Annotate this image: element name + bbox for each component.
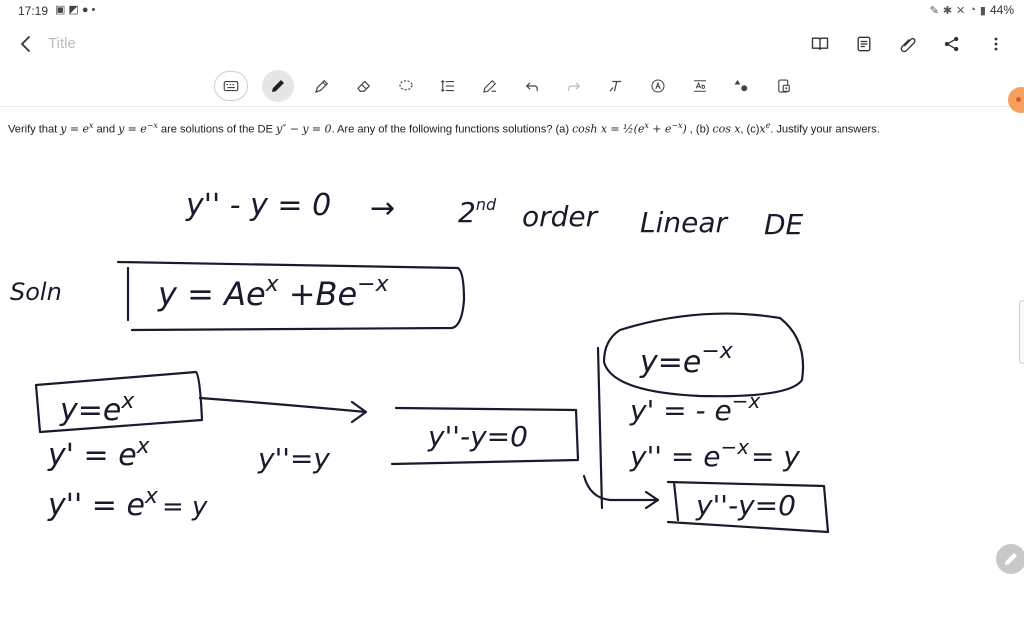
hw-right-oval-text: y=e−x	[639, 339, 734, 380]
record-indicator[interactable]	[1008, 87, 1024, 113]
lasso-icon[interactable]	[392, 72, 420, 100]
hw-order-word: order	[522, 200, 599, 233]
shapes-icon[interactable]	[728, 72, 756, 100]
share-icon[interactable]	[940, 32, 964, 56]
hw-right-box-text: y''-y=0	[695, 489, 796, 522]
title-input[interactable]: Title	[48, 35, 76, 52]
signal-icon: ▮	[979, 4, 986, 17]
back-arrow-icon[interactable]	[16, 34, 36, 54]
pen-icon: ✎	[929, 4, 939, 17]
location-icon: ●	[81, 4, 89, 16]
hw-right-d2: y'' = e−x= y	[629, 435, 800, 473]
battery-level: 44%	[989, 3, 1014, 17]
app-bar: Title	[0, 26, 1024, 64]
hw-middle-label: y''=y	[257, 442, 330, 475]
hw-de: DE	[764, 208, 804, 241]
hw-middle-box-text: y''-y=0	[427, 420, 528, 453]
wifi-icon: ◔	[969, 4, 976, 16]
image-icon: ▣	[55, 4, 66, 16]
bluetooth-icon: ✱	[942, 4, 953, 17]
hw-soln-label: Soln	[10, 278, 62, 306]
hw-left-d1: y' = ex	[47, 434, 151, 473]
eraser-icon[interactable]	[350, 72, 378, 100]
keyboard-icon[interactable]	[214, 71, 248, 101]
document-icon[interactable]	[852, 32, 876, 56]
undo-icon[interactable]	[518, 72, 546, 100]
text-box-icon[interactable]	[686, 72, 714, 100]
app-actions	[808, 32, 1008, 56]
handwriting-canvas[interactable]: y'' - y = 0 → 2nd order Linear DE Soln y…	[0, 140, 1024, 640]
drawing-toolbar	[214, 68, 798, 104]
text-icon[interactable]	[644, 72, 672, 100]
book-icon[interactable]	[808, 32, 832, 56]
hw-equation: y'' - y = 0	[185, 188, 331, 223]
attachment-icon[interactable]	[896, 32, 920, 56]
pen-fab-icon	[1005, 553, 1017, 565]
hw-right-bracket	[596, 346, 604, 510]
hw-arrow: →	[370, 191, 395, 226]
floating-pen-button[interactable]	[996, 544, 1024, 574]
dot-icon: •	[91, 4, 96, 16]
hw-left-box-text: y=ex	[59, 389, 135, 428]
video-icon: ◩	[68, 4, 79, 16]
line-spacing-icon[interactable]	[434, 72, 462, 100]
redo-icon[interactable]	[560, 72, 588, 100]
hw-arrow-to-middle	[198, 396, 368, 424]
text-style-icon[interactable]	[602, 72, 630, 100]
hw-general-solution: y = Aex +Be−x	[157, 272, 390, 313]
highlighter-icon[interactable]	[308, 72, 336, 100]
scroll-handle[interactable]	[1019, 300, 1024, 364]
status-bar: 17:19 ▣ ◩ ● • ✎ ✱ ✕ ◔ ▮ 44%	[0, 0, 1024, 22]
hw-order-number: 2nd	[458, 195, 497, 229]
status-right-icons: ✎ ✱ ✕ ◔ ▮ 44%	[930, 3, 1014, 17]
toolbar-divider	[0, 106, 1024, 107]
mute-icon: ✕	[956, 4, 966, 17]
hw-linear: Linear	[640, 206, 729, 239]
status-left-icons: ▣ ◩ ● •	[55, 3, 95, 17]
hw-left-d2: y'' = ex = y	[47, 484, 208, 523]
pen-icon[interactable]	[262, 70, 294, 102]
status-time: 17:19	[18, 4, 49, 18]
hw-arrow-to-right	[582, 474, 660, 510]
pen-settings-icon[interactable]	[476, 72, 504, 100]
export-icon[interactable]	[770, 72, 798, 100]
more-icon[interactable]	[984, 32, 1008, 56]
question-text: Verify that y = ex and y = e−x are solut…	[8, 121, 880, 136]
